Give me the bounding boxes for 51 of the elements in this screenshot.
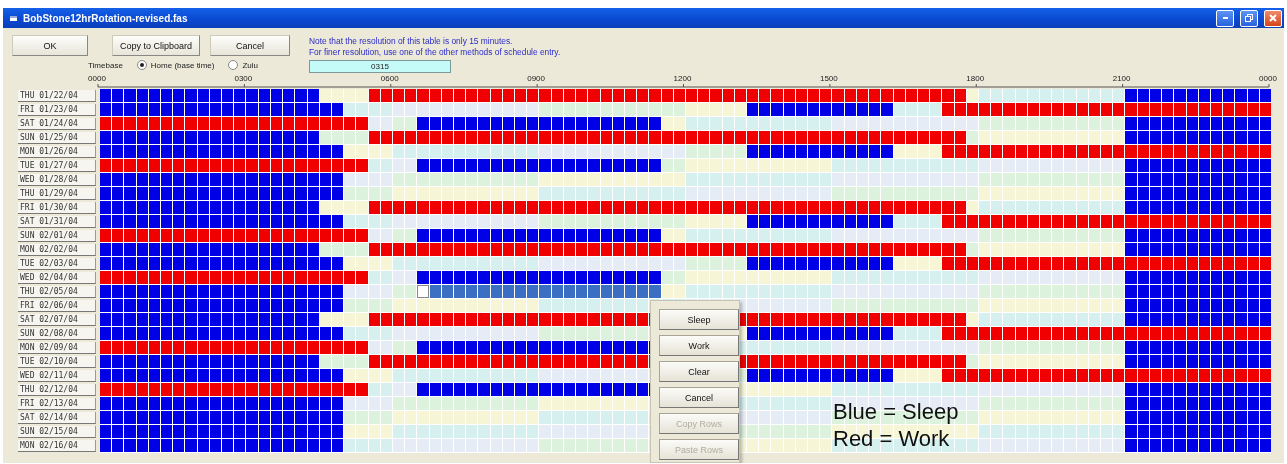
- row-label: WED 01/28/04: [18, 174, 96, 186]
- legend-text: Blue = Sleep: [833, 398, 959, 425]
- axis-label: 0300: [233, 74, 254, 83]
- row-label: WED 02/11/04: [18, 370, 96, 382]
- legend-text: Red = Work: [833, 425, 951, 452]
- dialog-button[interactable]: Copy to Clipboard: [112, 35, 200, 56]
- time-field[interactable]: 0315: [309, 60, 451, 73]
- row-label: FRI 01/23/04: [18, 104, 96, 116]
- axis-label: 0000: [1258, 74, 1278, 83]
- row-label: SAT 01/24/04: [18, 118, 96, 130]
- row-label: FRI 02/13/04: [18, 398, 96, 410]
- menu-button[interactable]: Cancel: [659, 387, 739, 408]
- row-label: TUE 01/27/04: [18, 160, 96, 172]
- note-text: Note that the resolution of this table is only 15 minutes.: [309, 36, 514, 46]
- radio-option[interactable]: Zulu: [228, 60, 258, 70]
- axis-label: 0000: [87, 74, 107, 83]
- row-label: FRI 01/30/04: [18, 202, 96, 214]
- dialog-button[interactable]: Cancel: [210, 35, 290, 56]
- row-label: TUE 02/03/04: [18, 258, 96, 270]
- row-label: SUN 02/15/04: [18, 426, 96, 438]
- radio-option[interactable]: Home (base time): [136, 60, 215, 70]
- row-label: MON 01/26/04: [18, 146, 96, 158]
- row-label: MON 02/16/04: [18, 440, 96, 452]
- row-label: SUN 02/01/04: [18, 230, 96, 242]
- row-label: TUE 02/10/04: [18, 356, 96, 368]
- menu-button[interactable]: Clear: [659, 361, 739, 382]
- row-label: THU 02/05/04: [18, 286, 96, 298]
- row-label: SAT 02/14/04: [18, 412, 96, 424]
- row-label: MON 02/02/04: [18, 244, 96, 256]
- axis-label: 0600: [379, 74, 400, 83]
- axis-label: 1800: [965, 74, 986, 83]
- row-label: SAT 02/07/04: [18, 314, 96, 326]
- row-label: THU 01/22/04: [18, 90, 96, 102]
- row-label: THU 01/29/04: [18, 188, 96, 200]
- row-label: FRI 02/06/04: [18, 300, 96, 312]
- window-title: BobStone12hrRotation-revised.fas: [23, 12, 189, 24]
- row-label: SUN 01/25/04: [18, 132, 96, 144]
- axis-label: 1500: [818, 74, 839, 83]
- dialog-button[interactable]: OK: [12, 35, 88, 56]
- menu-button[interactable]: Work: [659, 335, 739, 356]
- row-label: SAT 01/31/04: [18, 216, 96, 228]
- row-label: SUN 02/08/04: [18, 328, 96, 340]
- note-text: For finer resolution, use one of the other methods of schedule entry.: [309, 47, 561, 57]
- axis-label: 1200: [672, 74, 693, 83]
- row-label: WED 02/04/04: [18, 272, 96, 284]
- row-label: MON 02/09/04: [18, 342, 96, 354]
- axis-label: 2100: [1111, 74, 1132, 83]
- timebase-label: Timebase: [88, 60, 123, 70]
- menu-button[interactable]: Sleep: [659, 309, 739, 330]
- axis-label: 0900: [526, 74, 546, 83]
- row-label: THU 02/12/04: [18, 384, 96, 396]
